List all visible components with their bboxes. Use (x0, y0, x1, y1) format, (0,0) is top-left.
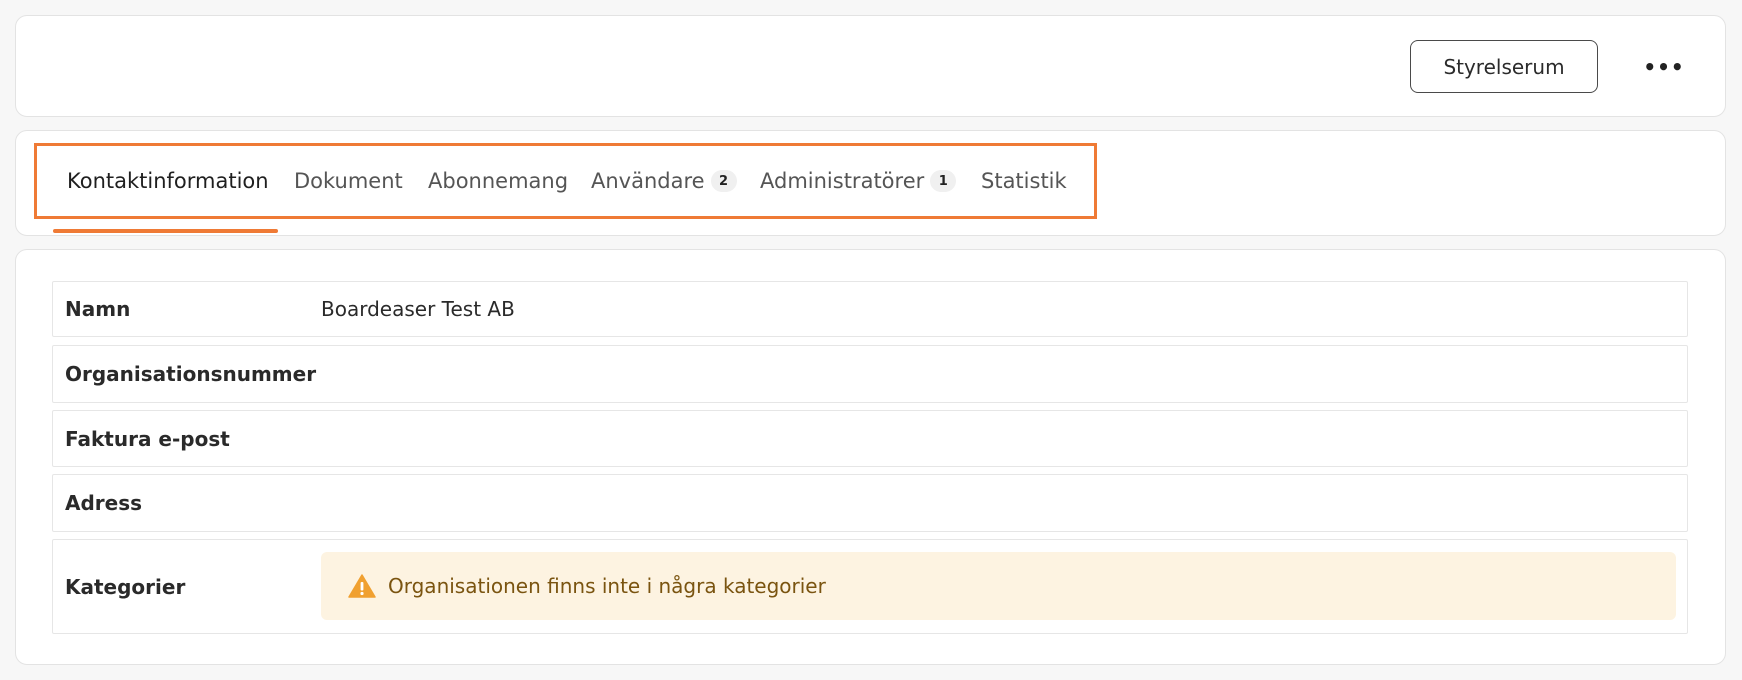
board-room-button[interactable]: Styrelserum (1410, 40, 1598, 93)
more-icon: ••• (1643, 55, 1685, 79)
tab-label: Kontaktinformation (67, 169, 269, 193)
tab-label: Användare (591, 169, 705, 193)
tab-label: Administratörer (760, 169, 925, 193)
header-card: Styrelserum ••• (15, 15, 1726, 117)
info-row-adress: Adress (52, 474, 1688, 532)
more-options-button[interactable]: ••• (1634, 50, 1694, 84)
info-row-namn: Namn Boardeaser Test AB (52, 281, 1688, 337)
tab-kontaktinformation[interactable]: Kontaktinformation (67, 151, 269, 211)
row-label: Adress (65, 491, 143, 515)
alert-text: Organisationen finns inte i några katego… (388, 574, 826, 598)
info-row-organisationsnummer: Organisationsnummer (52, 345, 1688, 403)
count-badge: 2 (710, 170, 737, 192)
count-badge: 1 (930, 170, 957, 192)
tab-label: Statistik (981, 169, 1067, 193)
tab-anvandare[interactable]: Användare 2 (591, 151, 737, 211)
no-categories-alert: Organisationen finns inte i några katego… (321, 552, 1676, 620)
row-label: Organisationsnummer (65, 362, 317, 386)
row-label: Kategorier (65, 574, 186, 599)
row-label: Faktura e-post (65, 426, 230, 451)
tabs-card: Kontaktinformation Dokument Abonnemang A… (15, 130, 1726, 236)
row-label: Namn (65, 297, 131, 321)
tab-label: Dokument (294, 169, 403, 193)
tab-statistik[interactable]: Statistik (981, 151, 1067, 211)
info-row-faktura-epost: Faktura e-post (52, 410, 1688, 467)
tab-administratorer[interactable]: Administratörer 1 (760, 151, 957, 211)
tab-label: Abonnemang (428, 169, 569, 193)
tab-dokument[interactable]: Dokument (294, 151, 403, 211)
info-row-kategorier: Kategorier Organisationen finns inte i n… (52, 539, 1688, 634)
warning-icon (348, 574, 376, 598)
active-tab-indicator (53, 229, 278, 233)
contact-info-card: Namn Boardeaser Test AB Organisationsnum… (15, 249, 1726, 665)
row-value: Boardeaser Test AB (321, 297, 515, 321)
tab-abonnemang[interactable]: Abonnemang (428, 151, 568, 211)
